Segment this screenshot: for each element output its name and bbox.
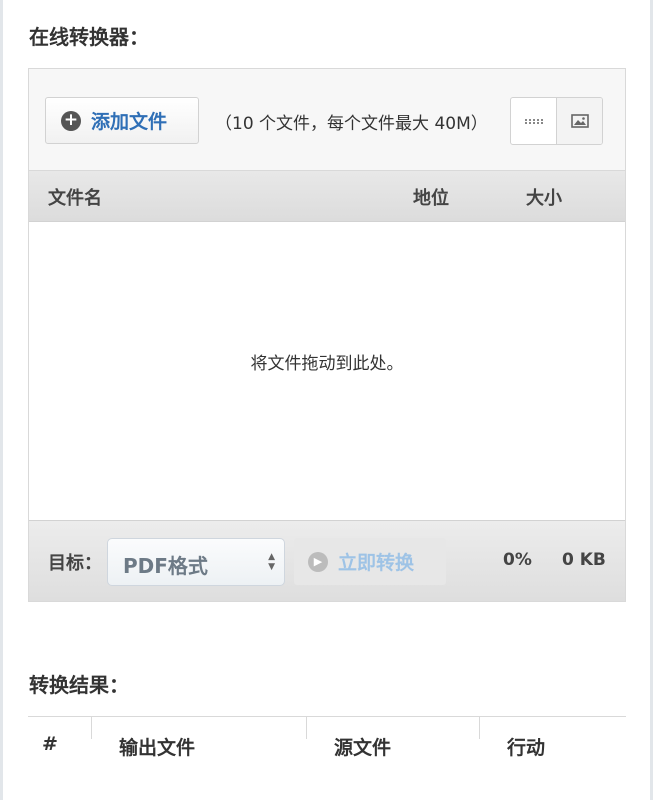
column-filename: 文件名 (48, 188, 102, 209)
drop-zone-text: 将文件拖动到此处。 (250, 353, 404, 374)
column-status: 地位 (413, 188, 449, 209)
image-source-button[interactable] (556, 98, 602, 144)
column-divider (306, 717, 307, 739)
results-table: # 输出文件 源文件 行动 (28, 716, 626, 801)
progress-percent: 0% (503, 550, 532, 570)
select-arrows-icon: ▲ ▼ (268, 552, 275, 572)
column-divider (479, 717, 480, 739)
source-button-group (510, 97, 603, 145)
column-output-file: 输出文件 (119, 737, 196, 759)
convert-now-button[interactable]: ▶ 立即转换 (294, 538, 446, 585)
image-icon (570, 114, 589, 128)
add-files-button[interactable]: + 添加文件 (45, 97, 199, 144)
file-drop-zone[interactable]: 将文件拖动到此处。 (29, 222, 625, 520)
dots-grid-icon (524, 118, 543, 124)
converter-title: 在线转换器： (29, 25, 149, 49)
column-index: # (42, 733, 58, 755)
add-files-label: 添加文件 (91, 111, 168, 133)
left-edge (0, 0, 3, 800)
file-list-header: 文件名 地位 大小 (29, 170, 625, 222)
column-source-file: 源文件 (334, 737, 392, 759)
converter-toolbar: + 添加文件 （10 个文件，每个文件最大 40M） (29, 69, 625, 170)
file-limit-hint: （10 个文件，每个文件最大 40M） (215, 114, 488, 134)
format-value: PDF格式 (123, 554, 208, 578)
converter-footer: 目标： PDF格式 ▲ ▼ ▶ 立即转换 0% 0 KB (29, 520, 625, 601)
converter-panel: + 添加文件 （10 个文件，每个文件最大 40M） 文件名 地位 大小 将文件… (28, 68, 626, 602)
column-size: 大小 (526, 188, 562, 209)
dots-source-button[interactable] (511, 98, 556, 144)
column-divider (91, 717, 92, 739)
convert-now-label: 立即转换 (338, 552, 415, 574)
plus-circle-icon: + (61, 110, 81, 131)
total-size: 0 KB (562, 550, 606, 570)
arrow-right-circle-icon: ▶ (308, 551, 328, 572)
target-format-select[interactable]: PDF格式 ▲ ▼ (107, 538, 285, 586)
target-label: 目标： (48, 553, 102, 574)
results-title: 转换结果： (29, 673, 129, 697)
column-action: 行动 (507, 737, 546, 759)
